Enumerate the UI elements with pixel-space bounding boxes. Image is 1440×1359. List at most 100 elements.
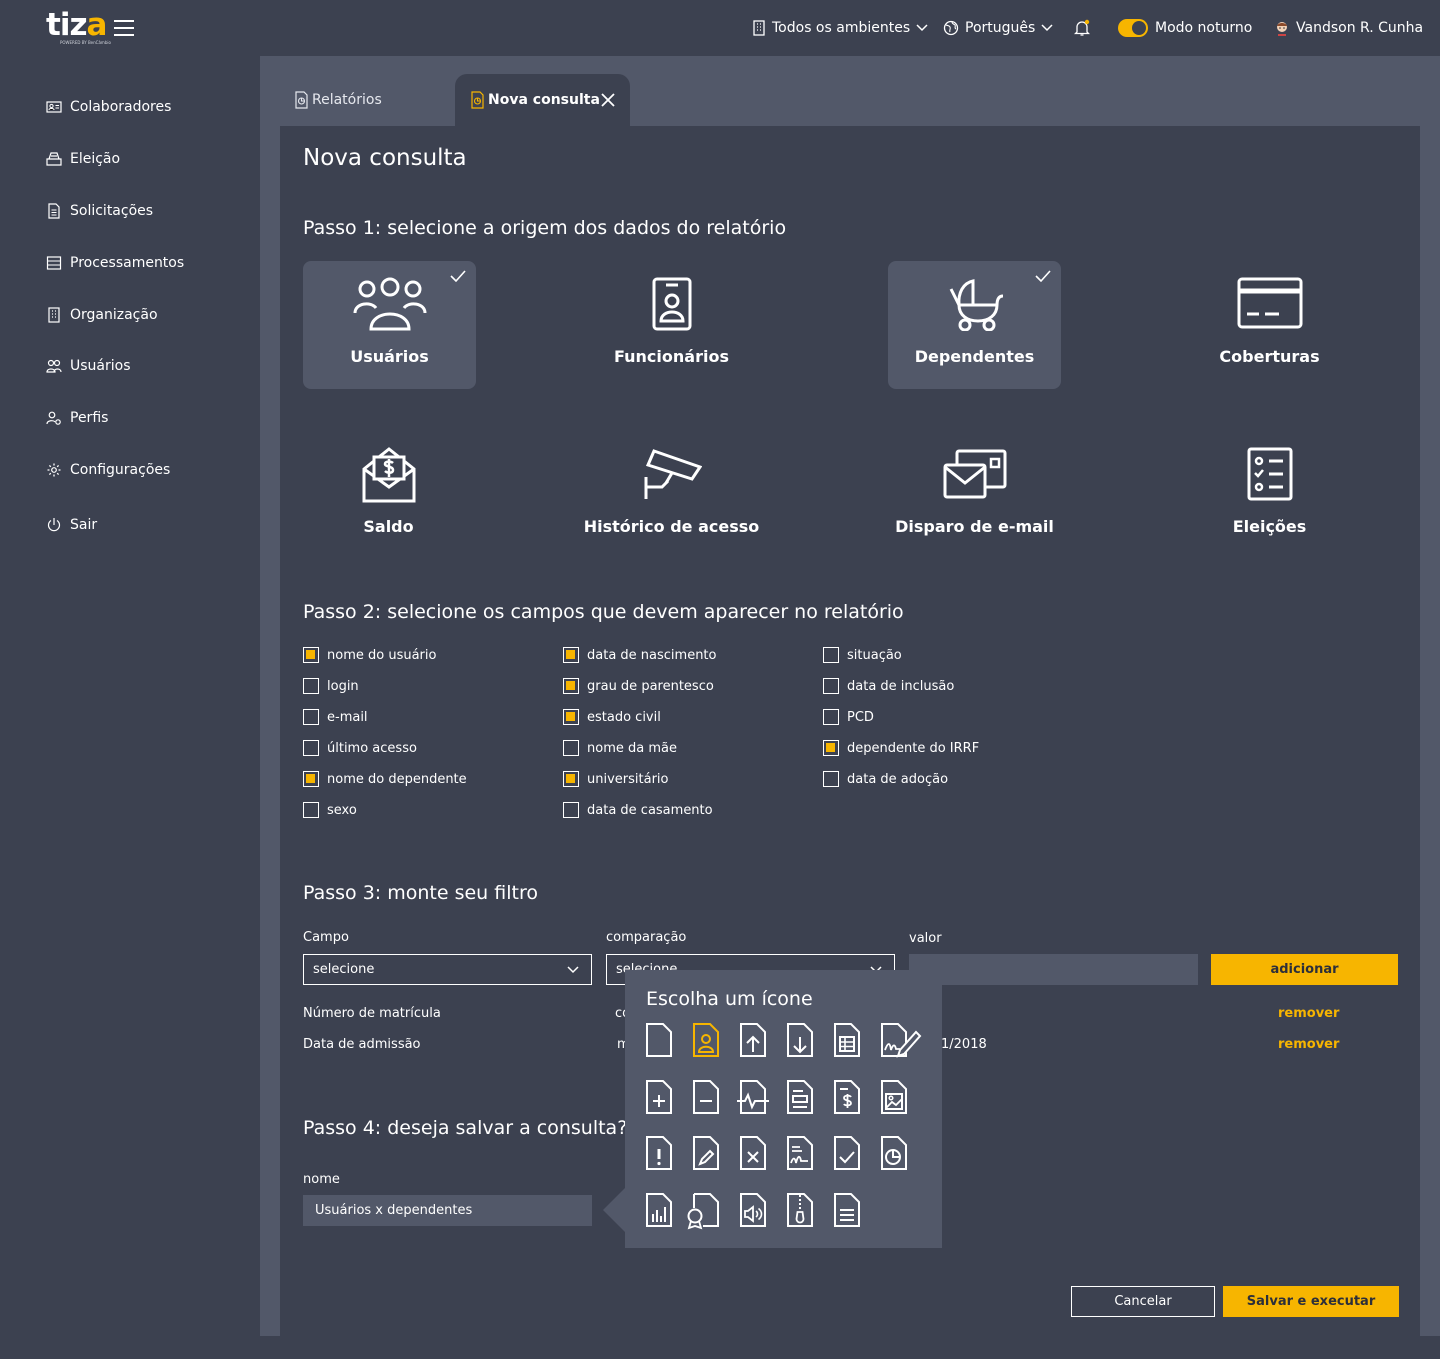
filter-row-field: Data de admissão bbox=[303, 1037, 421, 1052]
field-checkbox[interactable]: PCD bbox=[823, 709, 874, 725]
user-file-icon[interactable] bbox=[690, 1020, 722, 1060]
upload-file-icon[interactable] bbox=[737, 1020, 769, 1060]
field-checkbox[interactable]: nome do dependente bbox=[303, 771, 467, 787]
top-bar: tiza POWERED BY BenCâmbio Todos os ambie… bbox=[0, 0, 1440, 56]
spreadsheet-file-icon[interactable] bbox=[831, 1020, 863, 1060]
field-checkbox[interactable]: situação bbox=[823, 647, 902, 663]
user-menu[interactable]: Vandson R. Cunha bbox=[1274, 0, 1423, 56]
sidebar-item-sair[interactable]: Sair bbox=[46, 515, 97, 535]
field-checkbox[interactable]: data de adoção bbox=[823, 771, 948, 787]
night-mode-toggle[interactable]: Modo noturno bbox=[1118, 0, 1252, 56]
comparison-label: comparação bbox=[606, 930, 687, 945]
edit-file-icon[interactable] bbox=[690, 1133, 722, 1173]
field-checkbox[interactable]: data de nascimento bbox=[563, 647, 717, 663]
sidebar-item-perfis[interactable]: Perfis bbox=[46, 408, 108, 428]
step4-heading: Passo 4: deseja salvar a consulta? bbox=[303, 1117, 628, 1139]
globe-icon bbox=[943, 20, 959, 36]
field-checkbox[interactable]: nome do usuário bbox=[303, 647, 436, 663]
bar-chart-file-icon[interactable] bbox=[643, 1190, 675, 1230]
field-checkbox[interactable]: data de casamento bbox=[563, 802, 713, 818]
list-icon bbox=[46, 255, 62, 271]
pulse-file-icon[interactable] bbox=[737, 1077, 769, 1117]
zip-file-icon[interactable] bbox=[784, 1190, 816, 1230]
source-card-historico-de-acesso[interactable]: Histórico de acesso bbox=[584, 431, 759, 559]
chart-line-file-icon[interactable] bbox=[784, 1133, 816, 1173]
tab-relatorios[interactable]: Relatórios bbox=[294, 74, 382, 126]
field-checkbox[interactable]: e-mail bbox=[303, 709, 368, 725]
field-checkbox[interactable]: dependente do IRRF bbox=[823, 740, 979, 756]
source-card-usuarios[interactable]: Usuários bbox=[303, 261, 476, 389]
field-checkbox[interactable]: sexo bbox=[303, 802, 357, 818]
field-label: Campo bbox=[303, 930, 349, 945]
pie-file-icon[interactable] bbox=[878, 1133, 910, 1173]
remove-filter-link[interactable]: remover bbox=[1278, 1006, 1339, 1021]
field-checkbox[interactable]: grau de parentesco bbox=[563, 678, 714, 694]
baby-carriage-icon bbox=[947, 277, 1003, 331]
credit-card-icon bbox=[1237, 277, 1303, 329]
report-file-icon bbox=[294, 91, 309, 109]
ballot-box-icon bbox=[46, 151, 62, 167]
field-select[interactable]: selecione bbox=[303, 954, 592, 985]
remove-file-icon[interactable] bbox=[690, 1077, 722, 1117]
invoice-file-icon[interactable] bbox=[831, 1077, 863, 1117]
users-icon bbox=[46, 358, 62, 374]
notifications-button[interactable] bbox=[1074, 0, 1090, 56]
language-dropdown[interactable]: Português bbox=[943, 0, 1053, 56]
download-file-icon[interactable] bbox=[784, 1020, 816, 1060]
field-checkbox[interactable]: último acesso bbox=[303, 740, 417, 756]
remove-filter-link[interactable]: remover bbox=[1278, 1037, 1339, 1052]
tab-nova-consulta[interactable]: Nova consulta bbox=[455, 74, 630, 126]
source-card-dependentes[interactable]: Dependentes bbox=[888, 261, 1061, 389]
sidebar-item-organizacao[interactable]: Organização bbox=[46, 305, 158, 325]
alert-file-icon[interactable] bbox=[643, 1133, 675, 1173]
filter-row-value: 1/2018 bbox=[941, 1037, 987, 1052]
field-checkbox[interactable]: data de inclusão bbox=[823, 678, 954, 694]
field-checkbox[interactable]: login bbox=[303, 678, 359, 694]
source-card-saldo[interactable]: Saldo bbox=[302, 431, 475, 559]
delete-file-icon[interactable] bbox=[737, 1133, 769, 1173]
save-execute-button[interactable]: Salvar e executar bbox=[1223, 1286, 1399, 1317]
sidebar-item-colaboradores[interactable]: Colaboradores bbox=[46, 97, 171, 117]
form-file-icon[interactable] bbox=[784, 1077, 816, 1117]
sidebar-item-processamentos[interactable]: Processamentos bbox=[46, 253, 184, 273]
sidebar-item-solicitacoes[interactable]: Solicitações bbox=[46, 201, 153, 221]
value-label: valor bbox=[909, 931, 942, 946]
toggle-switch[interactable] bbox=[1118, 19, 1148, 37]
blank-file-icon[interactable] bbox=[643, 1020, 675, 1060]
signature-file-icon[interactable] bbox=[878, 1020, 922, 1060]
security-camera-icon bbox=[642, 447, 702, 501]
field-checkbox[interactable]: nome da mãe bbox=[563, 740, 677, 756]
check-file-icon[interactable] bbox=[831, 1133, 863, 1173]
field-checkbox[interactable]: universitário bbox=[563, 771, 669, 787]
field-checkbox[interactable]: estado civil bbox=[563, 709, 661, 725]
sidebar-item-eleicao[interactable]: Eleição bbox=[46, 149, 120, 169]
step2-heading: Passo 2: selecione os campos que devem a… bbox=[303, 601, 904, 623]
checklist-icon bbox=[1247, 447, 1293, 501]
sidebar-item-configuracoes[interactable]: Configurações bbox=[46, 460, 170, 480]
document-icon bbox=[46, 203, 62, 219]
add-file-icon[interactable] bbox=[643, 1077, 675, 1117]
source-card-funcionarios[interactable]: Funcionários bbox=[585, 261, 758, 389]
value-input[interactable] bbox=[909, 954, 1198, 985]
text-file-icon[interactable] bbox=[831, 1190, 863, 1230]
mail-send-icon bbox=[943, 447, 1007, 501]
certificate-file-icon[interactable] bbox=[685, 1190, 723, 1230]
name-input[interactable]: Usuários x dependentes bbox=[303, 1195, 592, 1226]
close-icon[interactable] bbox=[601, 93, 615, 107]
name-label: nome bbox=[303, 1172, 340, 1187]
source-card-coberturas[interactable]: Coberturas bbox=[1183, 261, 1356, 389]
sidebar bbox=[0, 56, 260, 1336]
source-card-disparo-de-email[interactable]: Disparo de e-mail bbox=[888, 431, 1061, 559]
source-card-eleicoes[interactable]: Eleições bbox=[1183, 431, 1356, 559]
environment-dropdown[interactable]: Todos os ambientes bbox=[752, 0, 928, 56]
audio-file-icon[interactable] bbox=[737, 1190, 769, 1230]
users-group-icon bbox=[353, 277, 427, 333]
add-filter-button[interactable]: adicionar bbox=[1211, 954, 1398, 985]
report-file-icon bbox=[470, 91, 485, 109]
cancel-button[interactable]: Cancelar bbox=[1071, 1286, 1215, 1317]
gear-icon bbox=[46, 462, 62, 478]
app-logo[interactable]: tiza POWERED BY BenCâmbio bbox=[46, 10, 111, 46]
image-file-icon[interactable] bbox=[878, 1077, 910, 1117]
sidebar-item-usuarios[interactable]: Usuários bbox=[46, 356, 131, 376]
menu-icon[interactable] bbox=[114, 19, 134, 37]
